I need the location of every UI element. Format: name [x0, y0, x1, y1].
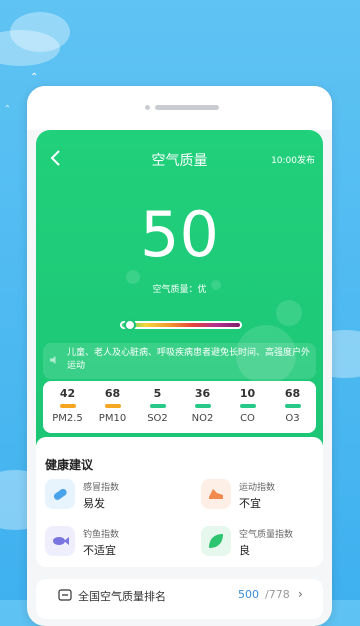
running-shoe-icon — [201, 479, 231, 509]
pollutant-value: 68 — [284, 387, 301, 400]
pollutant-pm10[interactable]: 68 PM10 — [90, 381, 135, 424]
fishing-index-item[interactable]: 钓鱼指数 不适宜 — [45, 526, 175, 560]
pollutant-level-indicator — [104, 404, 121, 408]
bird-icon: ⌃ — [30, 72, 39, 83]
pollutant-value: 36 — [194, 387, 211, 400]
pollutant-name: PM10 — [98, 413, 127, 424]
cold-index-item[interactable]: 感冒指数 易发 — [45, 479, 175, 513]
ranking-icon — [58, 589, 72, 601]
publish-time: 10:00发布 — [271, 156, 315, 166]
exercise-index-item[interactable]: 运动指数 不宜 — [201, 479, 331, 513]
bubble-decoration — [276, 300, 302, 326]
health-advice-banner: 儿童、老人及心脏病、呼吸疾病患者避免长时间、高强度户外运动 — [43, 343, 316, 379]
pollutant-pm25[interactable]: 42 PM2.5 — [45, 381, 90, 424]
cloud-decoration — [10, 12, 70, 52]
air-quality-label: 空气质量：优 — [152, 285, 207, 295]
air-quality-index-item[interactable]: 空气质量指数 良 — [201, 526, 331, 560]
ranking-label: 全国空气质量排名 — [78, 590, 166, 603]
ranking-total: /778 — [265, 588, 290, 601]
index-name: 钓鱼指数 — [83, 530, 120, 540]
index-name: 运动指数 — [239, 483, 276, 493]
fish-icon — [45, 526, 75, 556]
pollutant-o3[interactable]: 68 O3 — [270, 381, 315, 424]
aqi-gauge-marker — [124, 319, 136, 331]
pollutant-name: O3 — [285, 413, 300, 424]
index-level: 不适宜 — [83, 544, 116, 557]
pollutant-value: 42 — [59, 387, 76, 400]
leaf-icon — [201, 526, 231, 556]
pollutant-level-indicator — [59, 404, 76, 408]
ranking-position: 500 — [238, 588, 259, 601]
pollutant-so2[interactable]: 5 SO2 — [135, 381, 180, 424]
pollutant-co[interactable]: 10 CO — [225, 381, 270, 424]
pollutant-value: 10 — [239, 387, 256, 400]
health-advice-card: 健康建议 感冒指数 易发 运动指数 不宜 钓鱼指数 不适宜 空气质量指数 良 — [36, 437, 323, 567]
pill-icon — [45, 479, 75, 509]
speaker-icon — [50, 356, 56, 364]
pollutant-name: PM2.5 — [52, 413, 83, 424]
pollutant-name: SO2 — [147, 413, 168, 424]
index-level: 易发 — [83, 497, 105, 510]
phone-frame: 空气质量 10:00发布 50 空气质量：优 儿童、老人及心脏病、呼吸疾病患者避… — [27, 86, 332, 626]
aqi-value: 50 — [140, 198, 219, 271]
index-name: 空气质量指数 — [239, 530, 294, 540]
chevron-right-icon: › — [298, 587, 303, 601]
pollutant-value: 68 — [104, 387, 121, 400]
health-advice-text: 儿童、老人及心脏病、呼吸疾病患者避免长时间、高强度户外运动 — [67, 348, 311, 371]
pollutant-name: NO2 — [191, 413, 214, 424]
phone-notch — [27, 86, 332, 130]
health-advice-title: 健康建议 — [45, 458, 94, 472]
index-level: 良 — [239, 544, 250, 557]
index-level: 不宜 — [239, 497, 261, 510]
index-name: 感冒指数 — [83, 483, 120, 493]
pollutant-list: 42 PM2.5 68 PM10 5 SO2 36 NO2 10 CO 68 O… — [43, 381, 316, 433]
national-ranking-row[interactable]: 全国空气质量排名 500 /778 › — [36, 579, 323, 619]
bird-icon: ⌃ — [4, 104, 11, 113]
pollutant-no2[interactable]: 36 NO2 — [180, 381, 225, 424]
camera-dot — [145, 105, 150, 110]
pollutant-value: 5 — [153, 387, 162, 400]
speaker-bar — [155, 105, 219, 110]
aqi-gauge-bar — [120, 321, 242, 329]
pollutant-level-indicator — [284, 404, 301, 408]
pollutant-level-indicator — [194, 404, 211, 408]
pollutant-name: CO — [240, 413, 255, 424]
pollutant-level-indicator — [149, 404, 166, 408]
pollutant-level-indicator — [239, 404, 256, 408]
